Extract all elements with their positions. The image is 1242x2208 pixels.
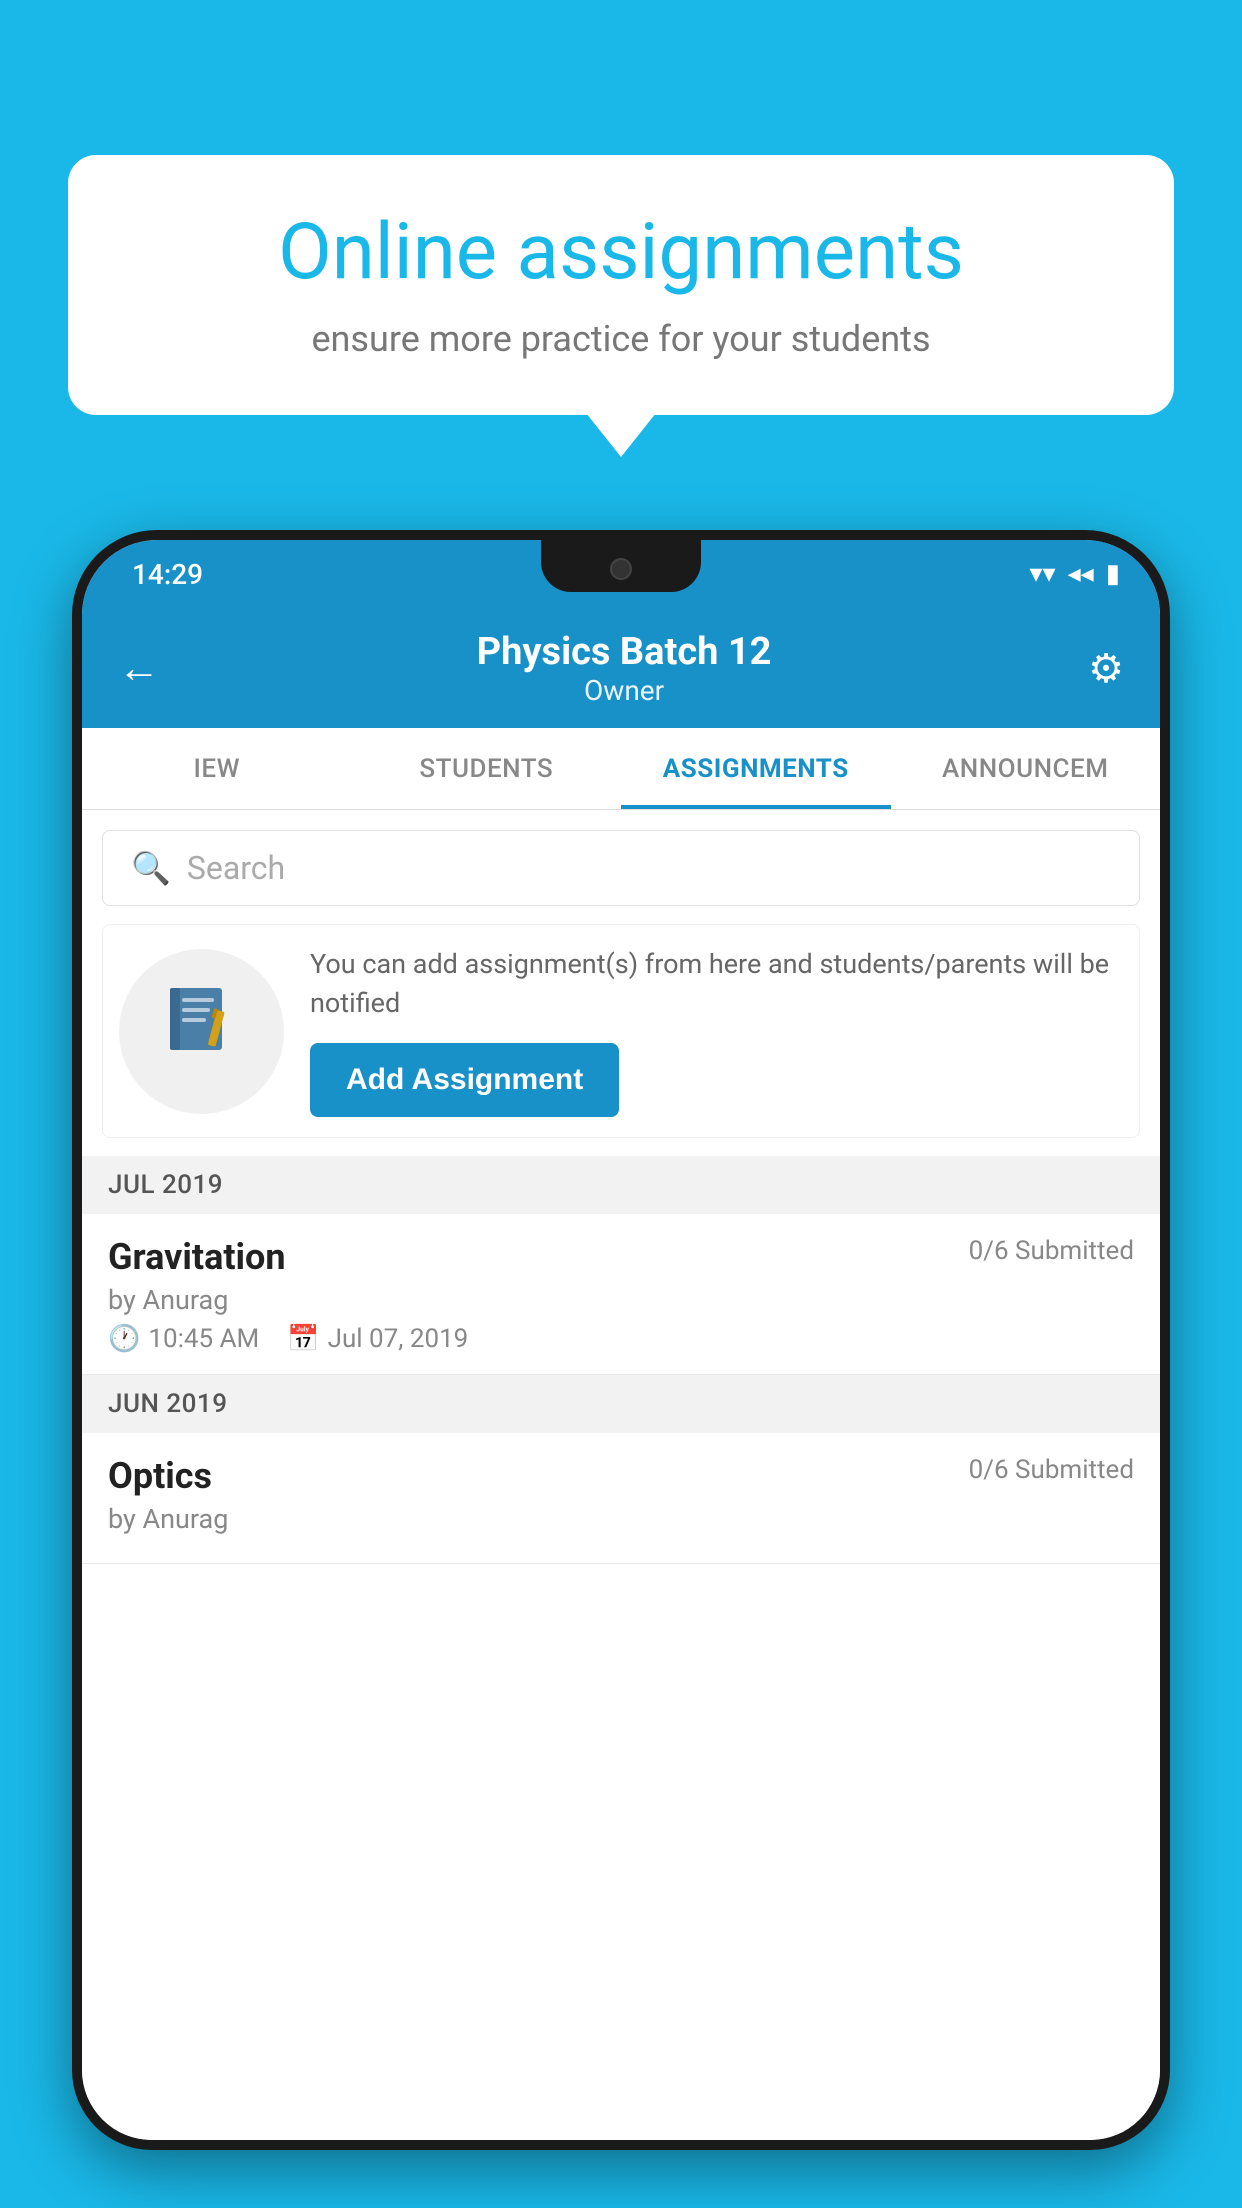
clock-icon: 🕐 [108, 1324, 140, 1354]
calendar-icon: 📅 [287, 1324, 319, 1354]
assignment-submitted-optics: 0/6 Submitted [969, 1455, 1134, 1485]
tab-students[interactable]: STUDENTS [352, 728, 622, 809]
assignment-title-gravitation: Gravitation [108, 1236, 286, 1278]
empty-state-card: You can add assignment(s) from here and … [102, 924, 1140, 1138]
phone-screen: 14:29 ▾▾ ◂◂ ▮ ← Physics Batch 12 Owner ⚙ [82, 540, 1160, 2140]
header-title: Physics Batch 12 [477, 630, 772, 674]
assignment-by-optics: by Anurag [108, 1503, 1134, 1535]
tab-assignments[interactable]: ASSIGNMENTS [621, 728, 891, 809]
assignment-submitted-gravitation: 0/6 Submitted [969, 1236, 1134, 1266]
header-subtitle: Owner [477, 674, 772, 707]
speech-bubble: Online assignments ensure more practice … [68, 155, 1174, 415]
header-title-block: Physics Batch 12 Owner [477, 630, 772, 707]
search-bar[interactable]: 🔍 Search [102, 830, 1140, 906]
wifi-icon: ▾▾ [1029, 559, 1055, 589]
speech-bubble-container: Online assignments ensure more practice … [68, 155, 1174, 415]
assignment-title-optics: Optics [108, 1455, 212, 1497]
empty-text-block: You can add assignment(s) from here and … [310, 945, 1123, 1117]
empty-description: You can add assignment(s) from here and … [310, 945, 1123, 1023]
phone-frame: 14:29 ▾▾ ◂◂ ▮ ← Physics Batch 12 Owner ⚙ [72, 530, 1170, 2150]
phone-camera [610, 558, 632, 580]
tab-announcements[interactable]: ANNOUNCEM [891, 728, 1161, 809]
assignment-row1-optics: Optics 0/6 Submitted [108, 1455, 1134, 1497]
assignment-time-gravitation: 🕐 10:45 AM [108, 1324, 259, 1354]
screen-content: 🔍 Search [82, 810, 1160, 2140]
notebook-icon [162, 982, 242, 1080]
section-header-jun-2019: JUN 2019 [82, 1375, 1160, 1433]
phone-notch [541, 540, 701, 592]
status-time: 14:29 [132, 558, 203, 591]
assignment-by-gravitation: by Anurag [108, 1284, 1134, 1316]
battery-icon: ▮ [1106, 559, 1120, 589]
assignment-row1: Gravitation 0/6 Submitted [108, 1236, 1134, 1278]
search-placeholder: Search [187, 849, 285, 887]
tab-bar: IEW STUDENTS ASSIGNMENTS ANNOUNCEM [82, 728, 1160, 810]
phone-container: 14:29 ▾▾ ◂◂ ▮ ← Physics Batch 12 Owner ⚙ [72, 530, 1170, 2208]
back-button[interactable]: ← [118, 644, 160, 693]
speech-bubble-title: Online assignments [138, 210, 1104, 296]
assignment-date-gravitation: 📅 Jul 07, 2019 [287, 1324, 468, 1354]
speech-bubble-subtitle: ensure more practice for your students [138, 318, 1104, 360]
signal-icon: ◂◂ [1068, 559, 1094, 589]
assignment-item-gravitation[interactable]: Gravitation 0/6 Submitted by Anurag 🕐 10… [82, 1214, 1160, 1375]
tab-iew[interactable]: IEW [82, 728, 352, 809]
status-icons: ▾▾ ◂◂ ▮ [1029, 559, 1120, 589]
add-assignment-button[interactable]: Add Assignment [310, 1043, 619, 1117]
section-header-jul-2019: JUL 2019 [82, 1156, 1160, 1214]
assignment-meta-gravitation: 🕐 10:45 AM 📅 Jul 07, 2019 [108, 1324, 1134, 1354]
settings-icon[interactable]: ⚙ [1088, 645, 1124, 692]
assignment-item-optics[interactable]: Optics 0/6 Submitted by Anurag [82, 1433, 1160, 1564]
empty-state-icon-circle [119, 949, 284, 1114]
search-icon: 🔍 [131, 849, 171, 887]
app-header: ← Physics Batch 12 Owner ⚙ [82, 608, 1160, 728]
